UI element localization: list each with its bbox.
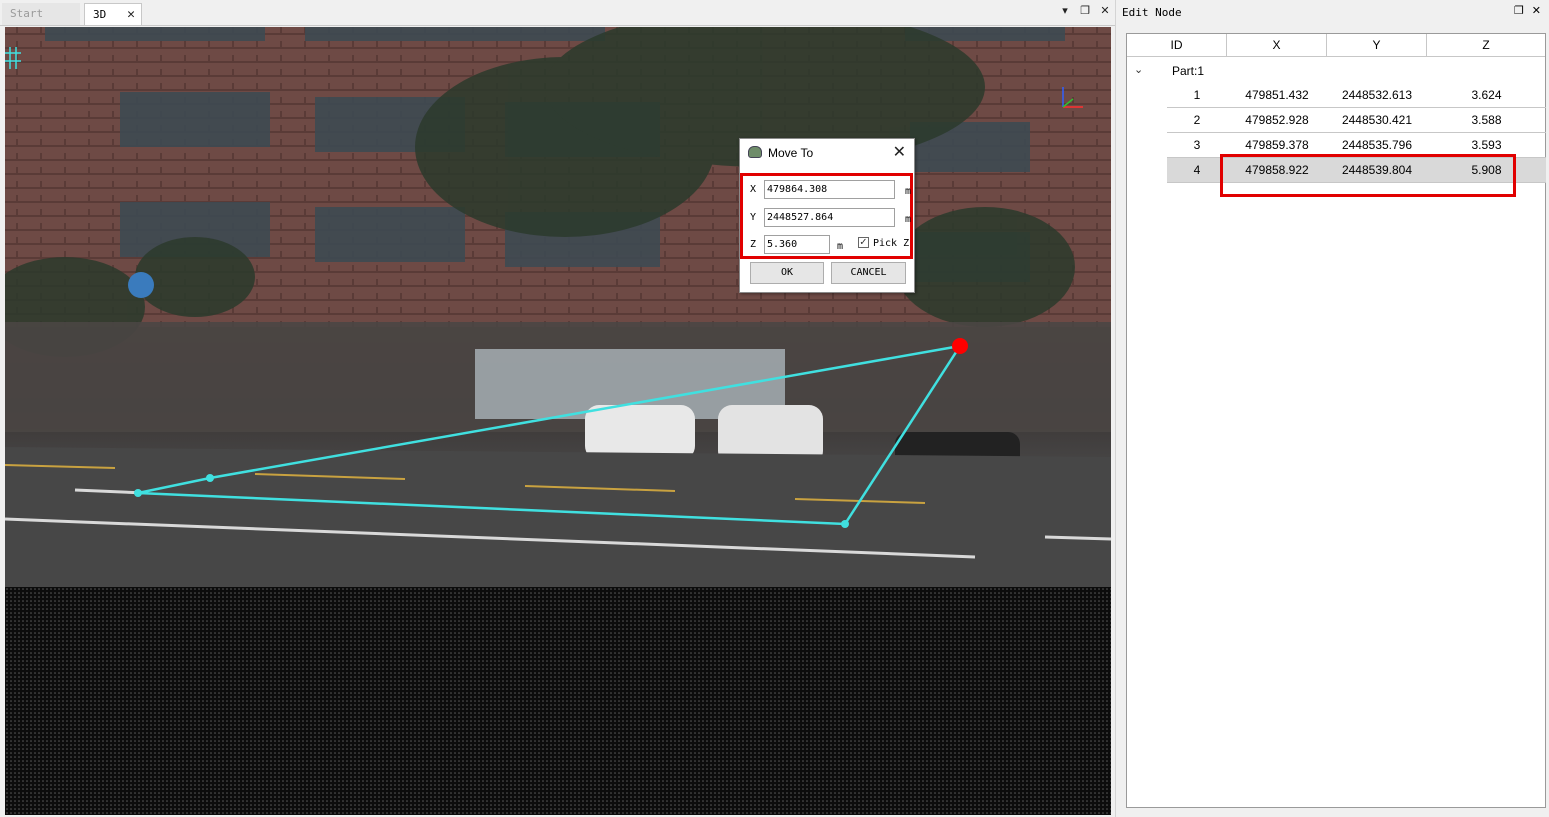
z-input[interactable]	[764, 235, 830, 254]
column-header-y[interactable]: Y	[1327, 34, 1427, 57]
point-cloud-foreground	[5, 587, 1111, 815]
cancel-button[interactable]: CANCEL	[831, 262, 906, 284]
z-row: Z m Pick Z	[750, 235, 915, 255]
restore-icon[interactable]: ❐	[1079, 4, 1091, 17]
tab-3d[interactable]: 3D ✕	[84, 3, 142, 25]
app-window: Start Page 3D ✕ ▾ ❐ ✕	[0, 0, 1549, 817]
checkbox-checked-icon	[858, 235, 869, 248]
part-group-row[interactable]: ⌄ Part:1	[1127, 58, 1545, 83]
pick-z-label: Pick Z	[873, 238, 910, 249]
cell-z: 3.624	[1471, 88, 1502, 102]
cell-z: 3.588	[1471, 113, 1502, 127]
cell-id: 3	[1193, 138, 1201, 152]
road-sign	[128, 272, 154, 298]
cell-id: 1	[1193, 88, 1201, 102]
road-surface	[5, 447, 1111, 587]
ok-button[interactable]: OK	[750, 262, 824, 284]
grid-header: ID X Y Z	[1127, 34, 1545, 57]
cell-x: 479851.432	[1245, 88, 1309, 102]
y-label: Y	[750, 212, 757, 223]
chevron-down-icon[interactable]: ⌄	[1134, 63, 1143, 76]
node-grid: ID X Y Z ⌄ Part:1 1 479851.432 2448532.6…	[1126, 33, 1546, 808]
table-row[interactable]: 2 479852.928 2448530.421 3.588	[1167, 108, 1546, 133]
dialog-title-bar[interactable]: Move To ✕	[740, 139, 914, 167]
z-unit: m	[837, 241, 844, 252]
3d-viewport[interactable]	[5, 27, 1111, 815]
y-input[interactable]	[764, 208, 895, 227]
x-row: X m	[750, 180, 915, 200]
cell-id: 4	[1193, 163, 1201, 177]
tab-label: 3D	[93, 8, 107, 21]
document-tab-strip: Start Page 3D ✕ ▾ ❐ ✕	[0, 0, 1115, 42]
tab-start-page[interactable]: Start Page	[2, 3, 80, 42]
column-header-id[interactable]: ID	[1127, 34, 1227, 57]
part-label: Part:1	[1172, 64, 1205, 78]
pick-z-checkbox[interactable]: Pick Z	[858, 235, 910, 249]
x-unit: m	[905, 186, 912, 197]
close-icon[interactable]: ✕	[1099, 4, 1111, 17]
x-label: X	[750, 184, 757, 195]
selected-vertex[interactable]	[952, 338, 968, 354]
z-label: Z	[750, 239, 757, 250]
edit-node-panel: Edit Node ❐ ✕ ID X Y Z ⌄ Part:1 1 479851…	[1115, 0, 1549, 817]
polygon-vertex[interactable]	[841, 520, 849, 528]
row-highlight-box	[1220, 154, 1516, 197]
y-unit: m	[905, 214, 912, 225]
app-icon	[748, 146, 762, 158]
x-input[interactable]	[764, 180, 895, 199]
restore-icon[interactable]: ❐	[1514, 4, 1524, 17]
close-icon[interactable]: ✕	[893, 142, 906, 162]
polygon-vertex[interactable]	[134, 489, 142, 497]
column-header-z[interactable]: Z	[1427, 34, 1545, 57]
panel-title: Edit Node	[1122, 6, 1182, 19]
document-window-buttons: ▾ ❐ ✕	[1059, 4, 1111, 17]
column-header-x[interactable]: X	[1227, 34, 1327, 57]
dialog-title: Move To	[768, 146, 814, 160]
cell-y: 2448530.421	[1341, 113, 1413, 127]
point-cloud-scene	[5, 27, 1111, 815]
dropdown-icon[interactable]: ▾	[1059, 4, 1071, 17]
cell-x: 479852.928	[1245, 113, 1309, 127]
cell-id: 2	[1193, 113, 1201, 127]
close-icon[interactable]: ✕	[127, 4, 135, 26]
y-row: Y m	[750, 208, 915, 228]
close-icon[interactable]: ✕	[1532, 4, 1541, 17]
coordinate-highlight-box: X m Y m Z m Pick Z	[740, 173, 913, 259]
polygon-vertex[interactable]	[206, 474, 214, 482]
cell-y: 2448532.613	[1341, 88, 1413, 102]
panel-window-buttons: ❐ ✕	[1514, 4, 1541, 17]
table-row[interactable]: 1 479851.432 2448532.613 3.624	[1167, 83, 1546, 108]
move-to-dialog: Move To ✕ X m Y m Z m Pick Z OK CANCEL	[739, 138, 915, 293]
